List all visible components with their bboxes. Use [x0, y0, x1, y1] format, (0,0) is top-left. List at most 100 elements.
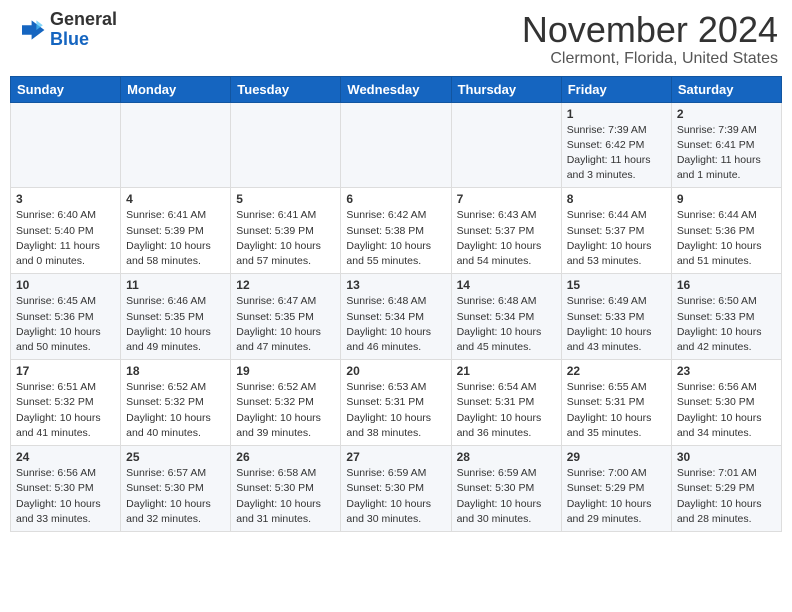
week-row-3: 10 Sunrise: 6:45 AM Sunset: 5:36 PM Dayli…	[11, 274, 782, 360]
day-number: 5	[236, 192, 335, 206]
calendar-cell: 1 Sunrise: 7:39 AM Sunset: 6:42 PM Daylig…	[561, 102, 671, 188]
day-info: Sunrise: 6:48 AM Sunset: 5:34 PM Dayligh…	[457, 294, 556, 355]
day-number: 11	[126, 278, 225, 292]
calendar-cell: 10 Sunrise: 6:45 AM Sunset: 5:36 PM Dayli…	[11, 274, 121, 360]
day-info: Sunrise: 6:41 AM Sunset: 5:39 PM Dayligh…	[236, 208, 335, 269]
calendar-cell: 15 Sunrise: 6:49 AM Sunset: 5:33 PM Dayli…	[561, 274, 671, 360]
calendar-cell: 30Sunrise: 7:01 AM Sunset: 5:29 PM Dayli…	[671, 446, 781, 532]
weekday-header-friday: Friday	[561, 76, 671, 102]
title-area: November 2024 Clermont, Florida, United …	[522, 10, 778, 68]
day-number: 20	[346, 364, 445, 378]
location: Clermont, Florida, United States	[522, 50, 778, 68]
day-info: Sunrise: 6:59 AM Sunset: 5:30 PM Dayligh…	[346, 466, 445, 527]
weekday-header-sunday: Sunday	[11, 76, 121, 102]
day-number: 7	[457, 192, 556, 206]
day-number: 12	[236, 278, 335, 292]
day-info: Sunrise: 6:56 AM Sunset: 5:30 PM Dayligh…	[677, 380, 776, 441]
weekday-header-thursday: Thursday	[451, 76, 561, 102]
day-info: Sunrise: 6:58 AM Sunset: 5:30 PM Dayligh…	[236, 466, 335, 527]
calendar-cell	[11, 102, 121, 188]
calendar-cell: 22Sunrise: 6:55 AM Sunset: 5:31 PM Dayli…	[561, 360, 671, 446]
calendar-cell: 23 Sunrise: 6:56 AM Sunset: 5:30 PM Dayli…	[671, 360, 781, 446]
day-info: Sunrise: 6:44 AM Sunset: 5:36 PM Dayligh…	[677, 208, 776, 269]
calendar-cell: 5 Sunrise: 6:41 AM Sunset: 5:39 PM Daylig…	[231, 188, 341, 274]
day-number: 10	[16, 278, 115, 292]
calendar-cell: 18 Sunrise: 6:52 AM Sunset: 5:32 PM Dayli…	[121, 360, 231, 446]
day-info: Sunrise: 6:45 AM Sunset: 5:36 PM Dayligh…	[16, 294, 115, 355]
day-number: 21	[457, 364, 556, 378]
day-number: 1	[567, 107, 666, 121]
day-number: 8	[567, 192, 666, 206]
day-number: 9	[677, 192, 776, 206]
day-number: 13	[346, 278, 445, 292]
calendar-cell: 13 Sunrise: 6:48 AM Sunset: 5:34 PM Dayli…	[341, 274, 451, 360]
calendar-cell: 16Sunrise: 6:50 AM Sunset: 5:33 PM Dayli…	[671, 274, 781, 360]
calendar-cell: 7 Sunrise: 6:43 AM Sunset: 5:37 PM Daylig…	[451, 188, 561, 274]
day-info: Sunrise: 6:52 AM Sunset: 5:32 PM Dayligh…	[126, 380, 225, 441]
day-info: Sunrise: 6:47 AM Sunset: 5:35 PM Dayligh…	[236, 294, 335, 355]
page-header: General Blue November 2024 Clermont, Flo…	[10, 10, 782, 68]
weekday-header-wednesday: Wednesday	[341, 76, 451, 102]
day-number: 27	[346, 450, 445, 464]
weekday-header-tuesday: Tuesday	[231, 76, 341, 102]
day-number: 3	[16, 192, 115, 206]
calendar-cell	[231, 102, 341, 188]
day-info: Sunrise: 6:56 AM Sunset: 5:30 PM Dayligh…	[16, 466, 115, 527]
week-row-4: 17 Sunrise: 6:51 AM Sunset: 5:32 PM Dayli…	[11, 360, 782, 446]
calendar-cell: 24Sunrise: 6:56 AM Sunset: 5:30 PM Dayli…	[11, 446, 121, 532]
day-info: Sunrise: 6:59 AM Sunset: 5:30 PM Dayligh…	[457, 466, 556, 527]
day-info: Sunrise: 7:01 AM Sunset: 5:29 PM Dayligh…	[677, 466, 776, 527]
calendar-cell: 8Sunrise: 6:44 AM Sunset: 5:37 PM Daylig…	[561, 188, 671, 274]
calendar-cell: 14 Sunrise: 6:48 AM Sunset: 5:34 PM Dayli…	[451, 274, 561, 360]
day-number: 29	[567, 450, 666, 464]
logo-text: General Blue	[50, 10, 117, 50]
calendar-cell: 21 Sunrise: 6:54 AM Sunset: 5:31 PM Dayli…	[451, 360, 561, 446]
day-number: 6	[346, 192, 445, 206]
calendar-cell: 9 Sunrise: 6:44 AM Sunset: 5:36 PM Daylig…	[671, 188, 781, 274]
calendar-cell	[121, 102, 231, 188]
day-number: 18	[126, 364, 225, 378]
calendar-cell: 2Sunrise: 7:39 AM Sunset: 6:41 PM Daylig…	[671, 102, 781, 188]
day-info: Sunrise: 6:54 AM Sunset: 5:31 PM Dayligh…	[457, 380, 556, 441]
calendar-cell: 4 Sunrise: 6:41 AM Sunset: 5:39 PM Daylig…	[121, 188, 231, 274]
calendar-cell: 27 Sunrise: 6:59 AM Sunset: 5:30 PM Dayli…	[341, 446, 451, 532]
calendar-cell: 6 Sunrise: 6:42 AM Sunset: 5:38 PM Daylig…	[341, 188, 451, 274]
day-info: Sunrise: 6:57 AM Sunset: 5:30 PM Dayligh…	[126, 466, 225, 527]
day-info: Sunrise: 7:39 AM Sunset: 6:42 PM Dayligh…	[567, 123, 666, 184]
day-info: Sunrise: 6:50 AM Sunset: 5:33 PM Dayligh…	[677, 294, 776, 355]
day-info: Sunrise: 6:40 AM Sunset: 5:40 PM Dayligh…	[16, 208, 115, 269]
day-number: 2	[677, 107, 776, 121]
calendar-cell: 3 Sunrise: 6:40 AM Sunset: 5:40 PM Daylig…	[11, 188, 121, 274]
logo-icon	[14, 14, 46, 46]
calendar-cell: 12 Sunrise: 6:47 AM Sunset: 5:35 PM Dayli…	[231, 274, 341, 360]
day-number: 26	[236, 450, 335, 464]
calendar-cell: 20 Sunrise: 6:53 AM Sunset: 5:31 PM Dayli…	[341, 360, 451, 446]
calendar-cell	[341, 102, 451, 188]
day-number: 14	[457, 278, 556, 292]
day-info: Sunrise: 6:41 AM Sunset: 5:39 PM Dayligh…	[126, 208, 225, 269]
day-info: Sunrise: 6:53 AM Sunset: 5:31 PM Dayligh…	[346, 380, 445, 441]
calendar-table: SundayMondayTuesdayWednesdayThursdayFrid…	[10, 76, 782, 532]
day-info: Sunrise: 6:43 AM Sunset: 5:37 PM Dayligh…	[457, 208, 556, 269]
day-info: Sunrise: 6:48 AM Sunset: 5:34 PM Dayligh…	[346, 294, 445, 355]
calendar-cell: 17 Sunrise: 6:51 AM Sunset: 5:32 PM Dayli…	[11, 360, 121, 446]
logo: General Blue	[14, 10, 117, 50]
calendar-cell: 11Sunrise: 6:46 AM Sunset: 5:35 PM Dayli…	[121, 274, 231, 360]
week-row-1: 1 Sunrise: 7:39 AM Sunset: 6:42 PM Daylig…	[11, 102, 782, 188]
day-info: Sunrise: 6:55 AM Sunset: 5:31 PM Dayligh…	[567, 380, 666, 441]
weekday-header-monday: Monday	[121, 76, 231, 102]
day-number: 17	[16, 364, 115, 378]
day-number: 23	[677, 364, 776, 378]
weekday-header-row: SundayMondayTuesdayWednesdayThursdayFrid…	[11, 76, 782, 102]
calendar-cell: 26 Sunrise: 6:58 AM Sunset: 5:30 PM Dayli…	[231, 446, 341, 532]
day-info: Sunrise: 6:49 AM Sunset: 5:33 PM Dayligh…	[567, 294, 666, 355]
calendar-cell: 29Sunrise: 7:00 AM Sunset: 5:29 PM Dayli…	[561, 446, 671, 532]
day-number: 25	[126, 450, 225, 464]
weekday-header-saturday: Saturday	[671, 76, 781, 102]
day-number: 15	[567, 278, 666, 292]
day-info: Sunrise: 6:51 AM Sunset: 5:32 PM Dayligh…	[16, 380, 115, 441]
week-row-2: 3 Sunrise: 6:40 AM Sunset: 5:40 PM Daylig…	[11, 188, 782, 274]
week-row-5: 24Sunrise: 6:56 AM Sunset: 5:30 PM Dayli…	[11, 446, 782, 532]
day-number: 4	[126, 192, 225, 206]
day-info: Sunrise: 6:42 AM Sunset: 5:38 PM Dayligh…	[346, 208, 445, 269]
